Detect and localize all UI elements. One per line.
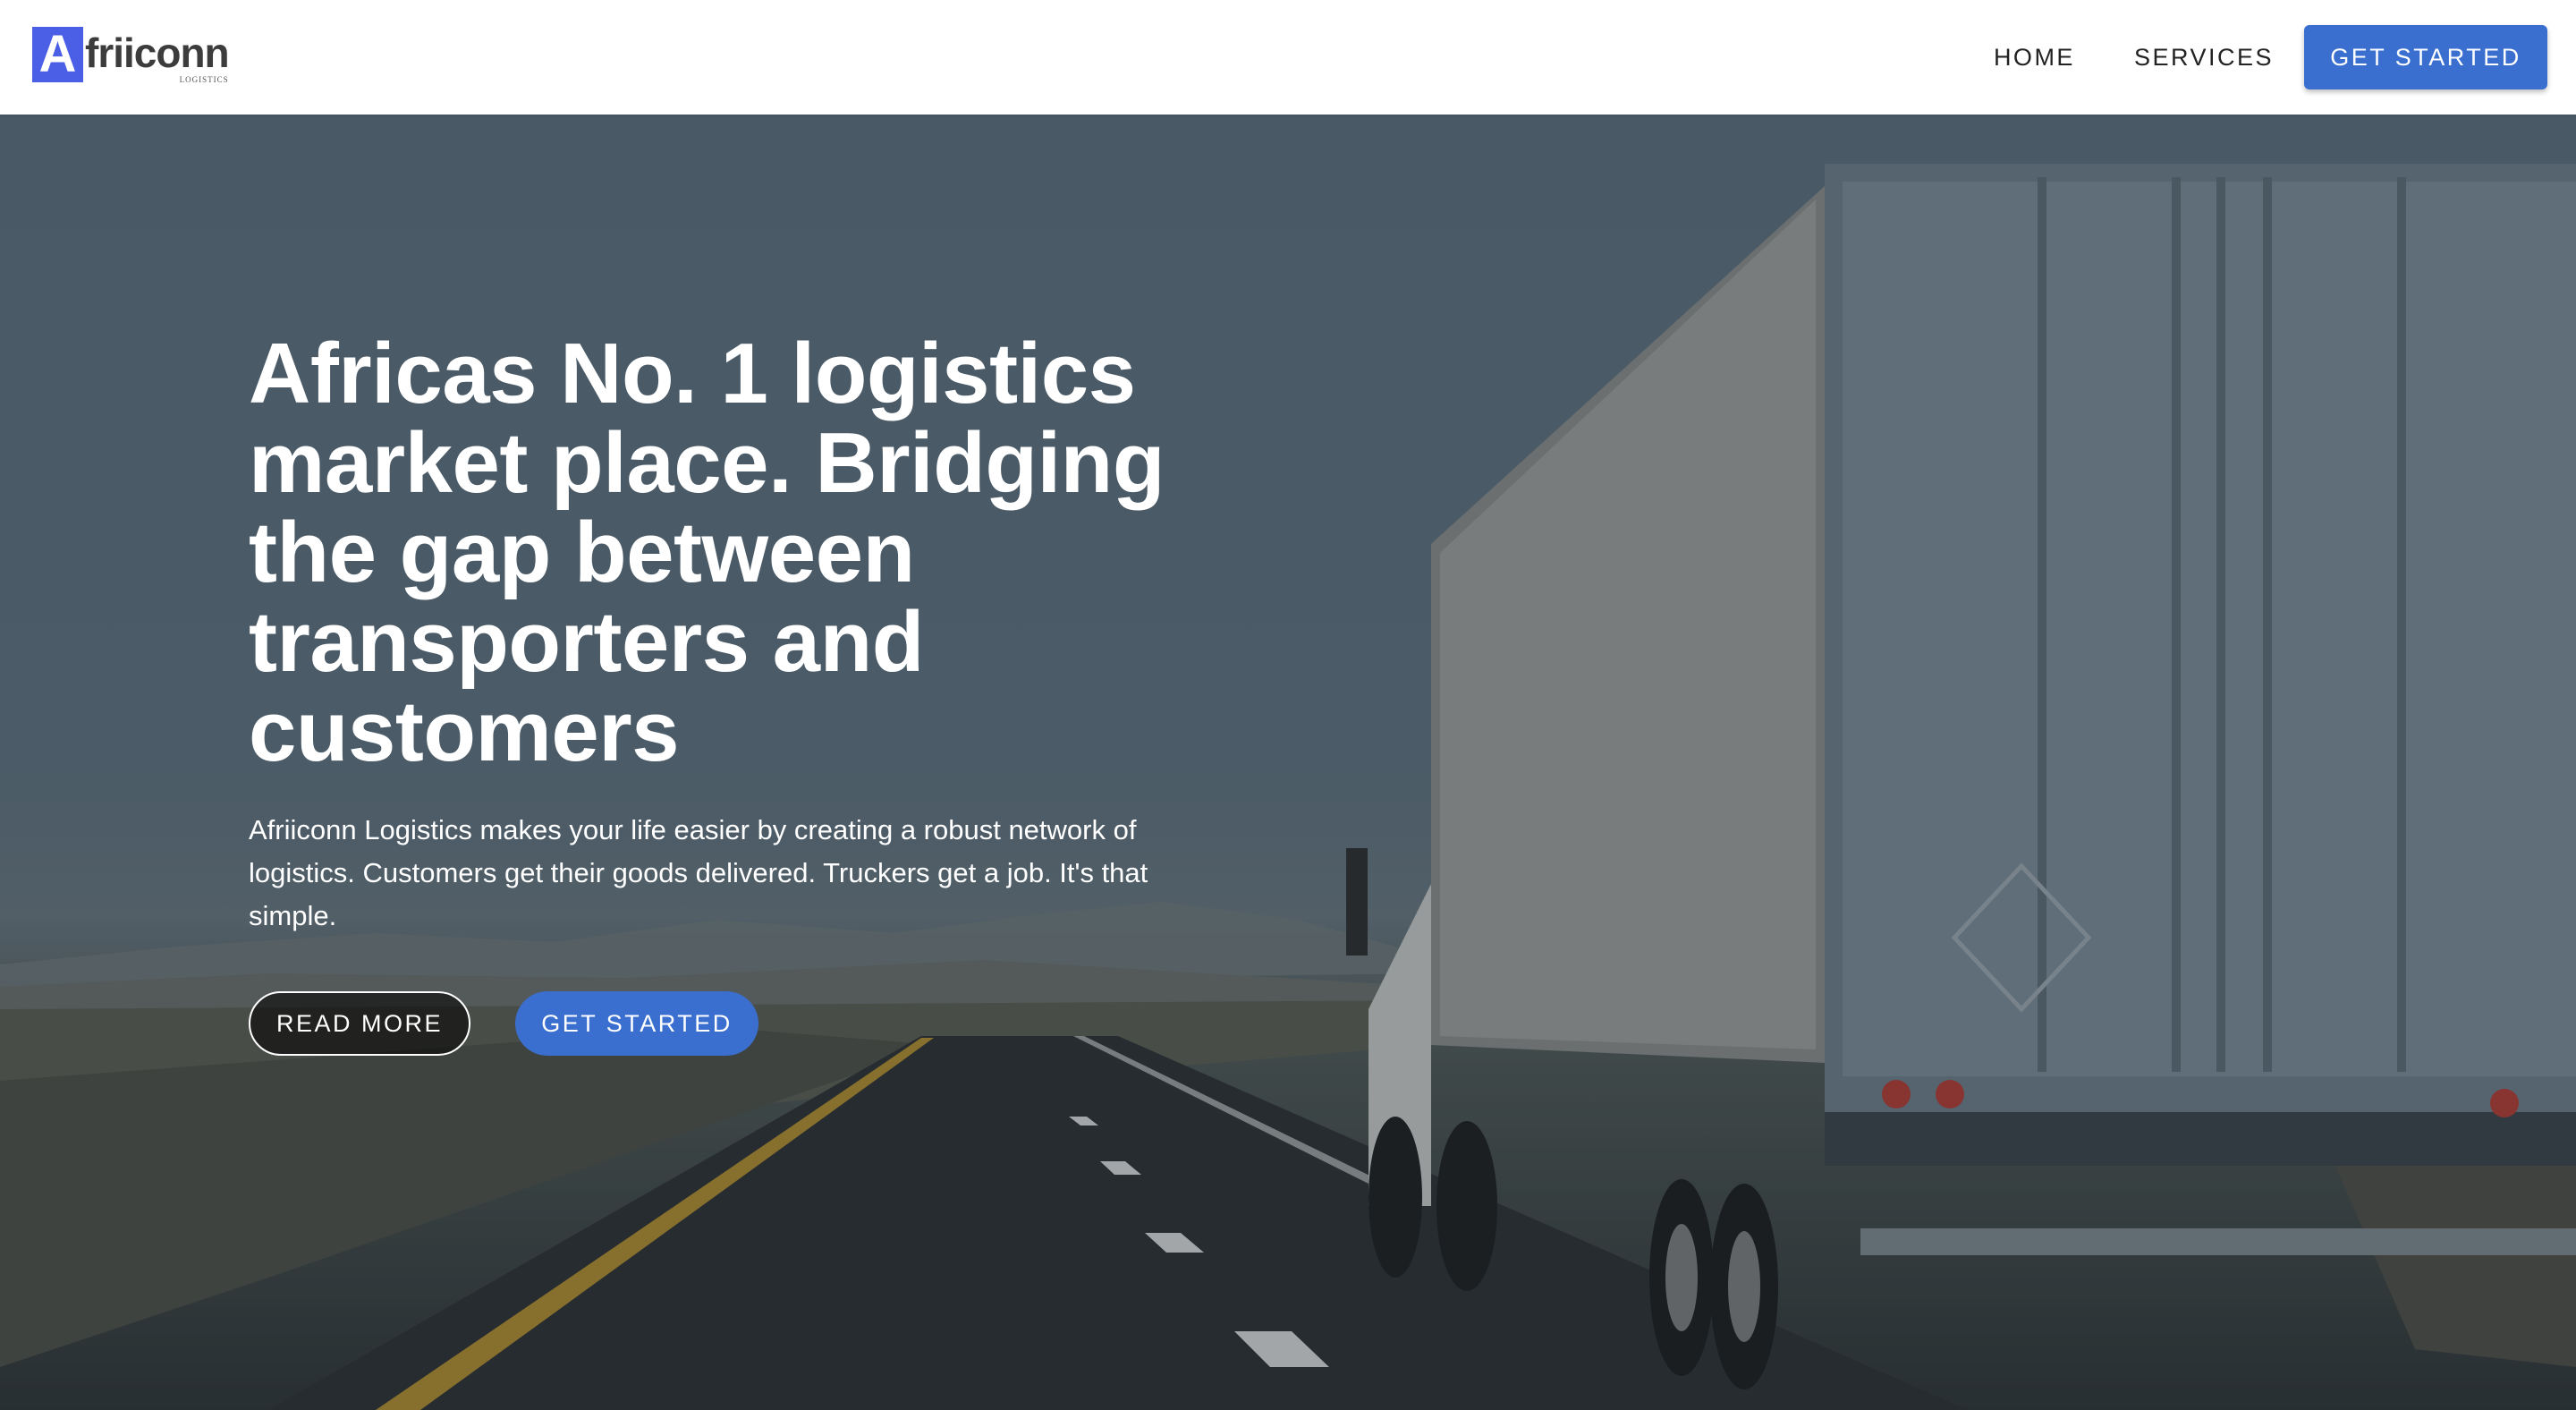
logo-name: friiconn bbox=[85, 30, 230, 76]
read-more-button[interactable]: READ MORE bbox=[249, 991, 470, 1056]
hero-content: Africas No. 1 logistics market place. Br… bbox=[249, 329, 1250, 1056]
logo-tagline: LOGISTICS bbox=[179, 75, 229, 84]
top-navbar: A friiconn LOGISTICS HOME SERVICES GET S… bbox=[0, 0, 2576, 115]
nav-home-link[interactable]: HOME bbox=[1994, 44, 2075, 72]
header-get-started-button[interactable]: GET STARTED bbox=[2304, 25, 2547, 89]
hero-title: Africas No. 1 logistics market place. Br… bbox=[249, 326, 1165, 779]
brand-logo[interactable]: A friiconn LOGISTICS bbox=[32, 27, 247, 86]
hero-description: Afriiconn Logistics makes your life easi… bbox=[249, 814, 1148, 931]
landing-page: A friiconn LOGISTICS HOME SERVICES GET S… bbox=[0, 0, 2576, 1410]
hero-section: Africas No. 1 logistics market place. Br… bbox=[0, 115, 2576, 1410]
logo-mark: A bbox=[32, 27, 83, 82]
logo-wordmark: friiconn LOGISTICS bbox=[85, 30, 230, 84]
hero-get-started-button[interactable]: GET STARTED bbox=[515, 991, 758, 1056]
hero-actions: READ MORE GET STARTED bbox=[249, 991, 1250, 1056]
main-nav: HOME SERVICES GET STARTED bbox=[1994, 25, 2547, 89]
nav-services-link[interactable]: SERVICES bbox=[2134, 44, 2274, 72]
